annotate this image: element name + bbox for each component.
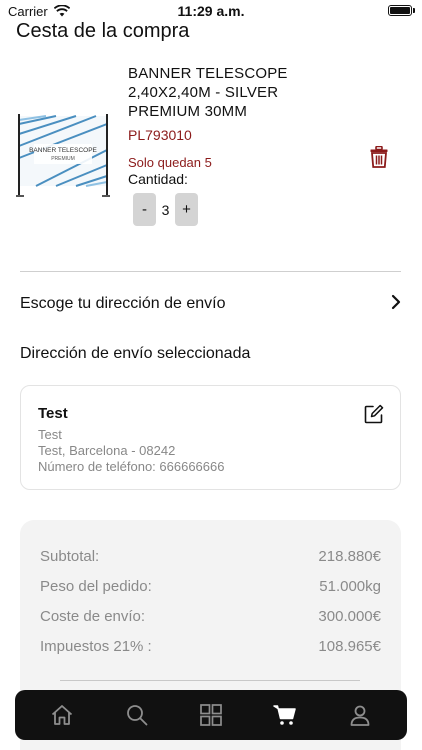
weight-value: 51.000kg bbox=[319, 578, 381, 595]
quantity-label: Cantidad: bbox=[128, 171, 188, 187]
divider bbox=[20, 271, 401, 272]
search-icon[interactable] bbox=[117, 695, 157, 735]
user-icon[interactable] bbox=[340, 695, 380, 735]
quantity-stepper: - 3 + bbox=[133, 193, 198, 226]
subtotal-row: Subtotal: 218.880€ bbox=[40, 548, 381, 565]
product-image[interactable]: BANNER TELESCOPE PREMIUM bbox=[16, 110, 110, 202]
image-text-line1: BANNER TELESCOPE bbox=[29, 147, 97, 154]
subtotal-value: 218.880€ bbox=[318, 548, 381, 565]
trash-icon[interactable] bbox=[370, 145, 388, 168]
increase-quantity-button[interactable]: + bbox=[175, 193, 198, 226]
stock-note: Solo quedan 5 bbox=[128, 155, 212, 170]
address-card: Test Test Test, Barcelona - 08242 Número… bbox=[20, 385, 401, 490]
product-sku: PL793010 bbox=[128, 127, 192, 143]
decrease-quantity-button[interactable]: - bbox=[133, 193, 156, 226]
address-line1: Test bbox=[38, 427, 62, 442]
tax-label: Impuestos 21% : bbox=[40, 638, 152, 655]
shipping-cost-row: Coste de envío: 300.000€ bbox=[40, 608, 381, 625]
weight-label: Peso del pedido: bbox=[40, 578, 152, 595]
page-title: Cesta de la compra bbox=[16, 20, 190, 42]
selected-address-heading: Dirección de envío seleccionada bbox=[20, 345, 251, 362]
edit-icon[interactable] bbox=[364, 404, 384, 424]
address-name: Test bbox=[38, 405, 68, 422]
tax-row: Impuestos 21% : 108.965€ bbox=[40, 638, 381, 655]
home-icon[interactable] bbox=[42, 695, 82, 735]
tax-value: 108.965€ bbox=[318, 638, 381, 655]
status-time: 11:29 a.m. bbox=[177, 3, 245, 19]
battery-icon bbox=[388, 5, 412, 16]
battery-cap bbox=[413, 8, 415, 13]
subtotal-label: Subtotal: bbox=[40, 548, 100, 565]
cart-icon[interactable] bbox=[265, 695, 305, 735]
choose-shipping-address-row[interactable]: Escoge tu dirección de envío bbox=[20, 285, 401, 323]
quantity-value: 3 bbox=[161, 201, 170, 218]
shipping-cost-label: Coste de envío: bbox=[40, 608, 146, 625]
chevron-right-icon bbox=[391, 294, 401, 315]
summary-divider bbox=[60, 680, 360, 681]
address-phone: Número de teléfono: 666666666 bbox=[38, 459, 225, 474]
weight-row: Peso del pedido: 51.000kg bbox=[40, 578, 381, 595]
choose-shipping-label: Escoge tu dirección de envío bbox=[20, 295, 226, 312]
grid-icon[interactable] bbox=[191, 695, 231, 735]
address-line2: Test, Barcelona - 08242 bbox=[38, 443, 176, 458]
status-bar: Carrier 11:29 a.m. bbox=[0, 0, 422, 22]
product-name[interactable]: BANNER TELESCOPE 2,40X2,40M - SILVER PRE… bbox=[128, 64, 328, 121]
image-text-line2: PREMIUM bbox=[51, 156, 75, 162]
shipping-cost-value: 300.000€ bbox=[318, 608, 381, 625]
tab-bar bbox=[15, 690, 407, 740]
